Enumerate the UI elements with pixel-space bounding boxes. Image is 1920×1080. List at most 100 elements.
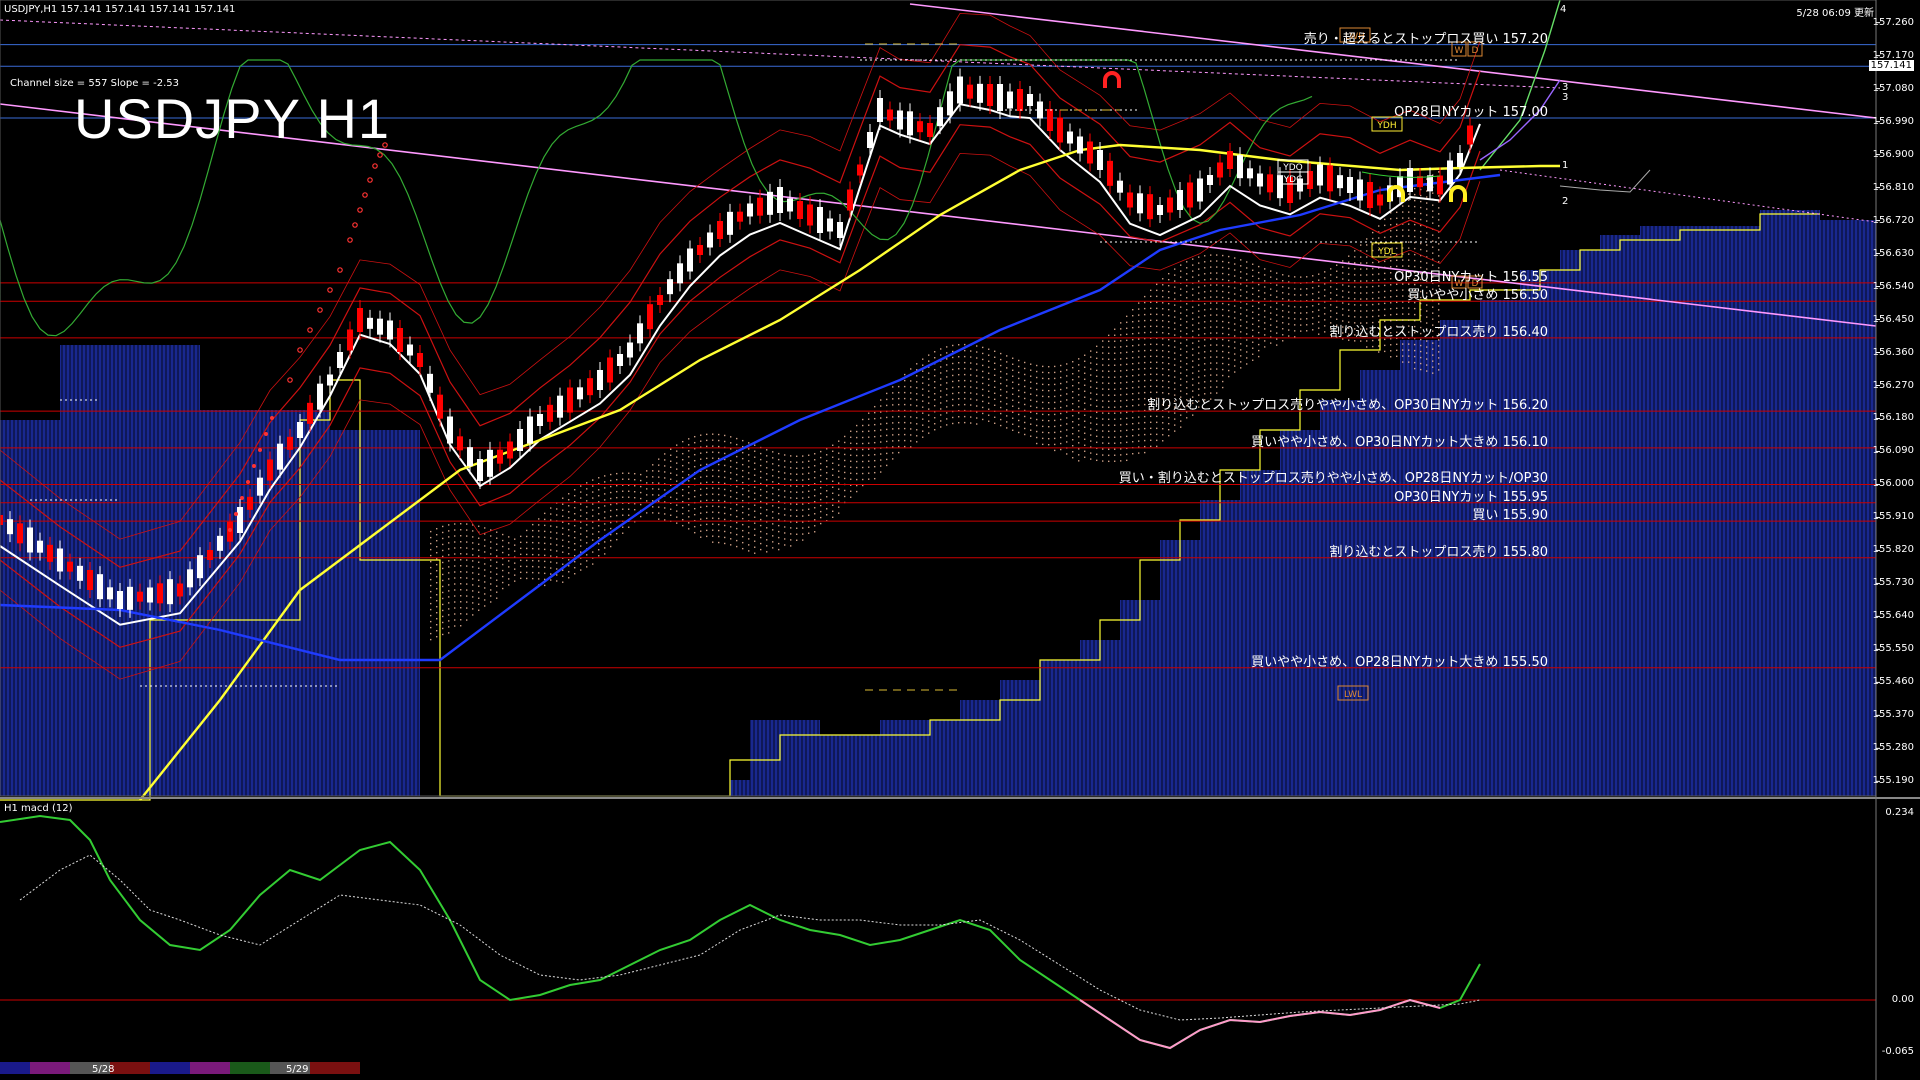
kumo-dot (850, 472, 852, 474)
kumo-dot (994, 392, 996, 395)
kumo-dot (526, 529, 528, 532)
kumo-dot (982, 352, 984, 355)
kumo-dot (1066, 387, 1068, 389)
kumo-dot (1144, 361, 1146, 364)
kumo-dot (1312, 311, 1314, 313)
kumo-dot (1306, 312, 1308, 314)
kumo-dot (1150, 325, 1152, 328)
kumo-dot (1198, 256, 1200, 258)
candle-body (207, 550, 213, 560)
kumo-dot (1066, 369, 1068, 371)
kumo-dot (472, 584, 474, 586)
candle-body (967, 84, 973, 99)
kumo-dot (1054, 365, 1056, 368)
kumo-dot (1156, 283, 1158, 286)
kumo-dot (1132, 453, 1134, 455)
kumo-dot (688, 450, 690, 452)
candle-body (417, 353, 423, 367)
kumo-dot (1108, 358, 1110, 361)
kumo-dot (442, 603, 444, 606)
kumo-dot (1366, 250, 1368, 252)
kumo-dot (1438, 243, 1440, 245)
kumo-dot (586, 512, 588, 514)
kumo-dot (436, 629, 438, 632)
kumo-dot (1420, 206, 1422, 209)
kumo-dot (1162, 290, 1164, 292)
kumo-dot (982, 376, 984, 379)
kumo-dot (1072, 409, 1074, 411)
candle-body (377, 318, 383, 335)
kumo-dot (784, 460, 786, 462)
kumo-dot (1054, 401, 1056, 404)
kumo-dot (490, 577, 492, 579)
kumo-dot (1162, 308, 1164, 310)
kumo-dot (724, 506, 726, 509)
kumo-dot (952, 368, 954, 371)
kumo-dot (436, 617, 438, 620)
kumo-dot (1318, 333, 1320, 335)
kumo-dot (922, 364, 924, 366)
kumo-dot (1330, 310, 1332, 312)
kumo-dot (1222, 266, 1224, 269)
kumo-dot (1402, 349, 1404, 351)
kumo-dot (1222, 362, 1224, 365)
candle-body (67, 561, 73, 572)
kumo-dot (1408, 355, 1410, 357)
kumo-dot (1384, 314, 1386, 317)
kumo-dot (856, 490, 858, 493)
kumo-dot (454, 607, 456, 609)
candle-body (187, 569, 193, 588)
candle-body (1407, 168, 1413, 192)
kumo-dot (1324, 271, 1326, 273)
candle-body (507, 441, 513, 459)
kumo-dot (886, 404, 888, 407)
kumo-dot (568, 553, 570, 555)
kumo-dot (1438, 219, 1440, 221)
kumo-dot (526, 559, 528, 562)
kumo-dot (1162, 374, 1164, 376)
kumo-dot (784, 532, 786, 534)
kumo-dot (1186, 315, 1188, 317)
kumo-dot (658, 464, 660, 466)
kumo-dot (1192, 264, 1194, 266)
kumo-dot (1096, 429, 1098, 432)
kumo-dot (796, 503, 798, 505)
kumo-dot (1366, 304, 1368, 306)
kumo-dot (1120, 406, 1122, 408)
kumo-dot (472, 614, 474, 616)
kumo-dot (628, 526, 630, 528)
kumo-dot (562, 563, 564, 565)
kumo-dot (1264, 310, 1266, 312)
kumo-dot (1210, 254, 1212, 256)
kumo-dot (952, 362, 954, 365)
kumo-dot (1156, 349, 1158, 352)
kumo-dot (898, 385, 900, 388)
kumo-dot (688, 468, 690, 470)
kumo-dot (1018, 377, 1020, 380)
kumo-dot (1192, 294, 1194, 296)
kumo-dot (1090, 398, 1092, 400)
price-chart[interactable]: LWHLWLYDHYDLYDOYDCW DW D43312 5/28 5/29 (0, 0, 1920, 1080)
kumo-dot (682, 518, 684, 521)
kumo-dot (1336, 276, 1338, 278)
sar-dot (367, 177, 373, 183)
kumo-dot (742, 457, 744, 460)
kumo-dot (928, 378, 930, 380)
kumo-dot (616, 478, 618, 481)
candle-body (787, 198, 793, 212)
kumo-dot (724, 536, 726, 539)
kumo-dot (778, 518, 780, 521)
kumo-dot (808, 532, 810, 534)
kumo-dot (478, 549, 480, 551)
kumo-dot (724, 524, 726, 527)
kumo-dot (724, 530, 726, 533)
kumo-dot (1090, 374, 1092, 376)
kumo-dot (970, 362, 972, 364)
kumo-dot (1258, 301, 1260, 304)
kumo-dot (1138, 332, 1140, 334)
kumo-dot (1426, 370, 1428, 372)
candle-body (997, 84, 1003, 111)
kumo-dot (994, 356, 996, 359)
kumo-dot (736, 491, 738, 494)
kumo-dot (892, 392, 894, 394)
